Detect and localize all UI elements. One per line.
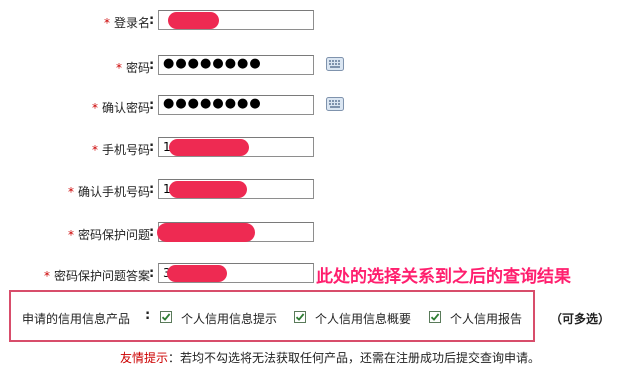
checkbox-label-credit-report[interactable]: 个人信用报告 xyxy=(450,310,522,327)
field-label: * 密码保护问题答案 xyxy=(43,269,150,283)
tip-label: 友情提示 xyxy=(120,351,169,365)
checkbox-credit-summary[interactable] xyxy=(294,311,306,323)
annotation-note: 此处的选择关系到之后的查询结果 xyxy=(316,267,571,287)
label-colon: : xyxy=(149,182,155,197)
label-colon: : xyxy=(149,266,155,281)
field-label: * 密码保护问题 xyxy=(67,228,150,242)
field-label: * 登录名 xyxy=(103,16,150,30)
required-mark: * xyxy=(91,143,98,157)
password-input[interactable]: ●●●●●●●● xyxy=(158,55,314,75)
confirm-password-value: ●●●●●●●● xyxy=(163,96,262,111)
checkbox-credit-report[interactable] xyxy=(429,311,441,323)
required-mark: * xyxy=(91,101,98,115)
password-value: ●●●●●●●● xyxy=(163,56,262,71)
redaction-mark xyxy=(169,139,249,156)
confirm-mobile-input[interactable]: 1 xyxy=(158,179,314,199)
field-row-mobile: * 手机号码 : 1 xyxy=(0,137,620,161)
label-colon: : xyxy=(149,140,155,155)
tip-text: ：若均不勾选将无法获取任何产品，还需在注册成功后提交查询申请。 xyxy=(168,351,541,365)
mobile-input[interactable]: 1 xyxy=(158,137,314,157)
required-mark: * xyxy=(43,269,50,283)
required-mark: * xyxy=(103,16,110,30)
redaction-mark xyxy=(169,181,247,198)
username-input[interactable] xyxy=(158,10,314,30)
redaction-mark xyxy=(168,12,219,29)
label-colon: : xyxy=(149,58,155,73)
security-question-input[interactable] xyxy=(157,222,314,242)
friendly-tip: 友情提示：若均不勾选将无法获取任何产品，还需在注册成功后提交查询申请。 xyxy=(120,349,540,366)
field-row-username: * 登录名 : xyxy=(0,10,620,34)
label-colon: : xyxy=(149,98,155,113)
multi-select-note: （可多选） xyxy=(550,312,611,326)
checkbox-label-credit-summary[interactable]: 个人信用信息概要 xyxy=(315,310,411,327)
required-mark: * xyxy=(67,185,74,199)
field-label: * 手机号码 xyxy=(91,143,150,157)
redaction-mark xyxy=(157,223,255,242)
credit-products-label: 申请的信用信息产品 xyxy=(22,312,131,326)
field-label: * 密码 xyxy=(115,61,150,75)
confirm-password-input[interactable]: ●●●●●●●● xyxy=(158,95,314,115)
required-mark: * xyxy=(67,228,74,242)
field-row-confirm-password: * 确认密码 : ●●●●●●●● xyxy=(0,95,620,119)
security-answer-input[interactable]: 3 xyxy=(158,263,314,283)
keyboard-icon[interactable] xyxy=(326,97,344,111)
field-row-confirm-mobile: * 确认手机号码 : 1 xyxy=(0,179,620,203)
field-row-security-question: * 密码保护问题 : xyxy=(0,222,620,246)
field-label: * 确认密码 xyxy=(91,101,150,115)
label-colon: : xyxy=(149,13,155,28)
label-colon: : xyxy=(145,308,151,323)
field-label: * 确认手机号码 xyxy=(67,185,150,199)
keyboard-icon[interactable] xyxy=(326,57,344,71)
field-row-password: * 密码 : ●●●●●●●● xyxy=(0,55,620,79)
checkbox-label-credit-tips[interactable]: 个人信用信息提示 xyxy=(181,310,277,327)
label-colon: : xyxy=(149,225,155,240)
checkbox-credit-tips[interactable] xyxy=(160,311,172,323)
redaction-mark xyxy=(167,265,227,282)
required-mark: * xyxy=(115,61,122,75)
